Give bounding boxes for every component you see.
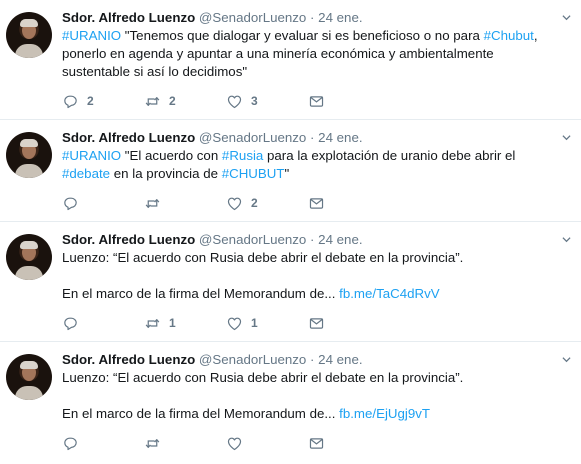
author-handle[interactable]: @SenadorLuenzo: [199, 10, 306, 25]
envelope-icon: [309, 197, 324, 209]
reply-button[interactable]: 2: [62, 93, 144, 110]
tweet-text-segment: para la explotación de uranio debe abrir…: [267, 148, 516, 163]
tweet-text-segment: ": [284, 166, 290, 181]
tweet-actions: 2: [62, 185, 569, 221]
tweet-header: Sdor. Alfredo Luenzo @SenadorLuenzo · 24…: [62, 232, 569, 248]
tweet-text: #URANIO "Tenemos que dialogar y evaluar …: [62, 27, 569, 81]
tweet[interactable]: Sdor. Alfredo Luenzo @SenadorLuenzo · 24…: [0, 120, 581, 222]
avatar[interactable]: [6, 132, 52, 178]
tweet-text: #URANIO "El acuerdo con #Rusia para la e…: [62, 147, 569, 183]
reply-icon: [64, 437, 77, 450]
reply-button[interactable]: [62, 435, 144, 452]
retweet-button[interactable]: [144, 195, 226, 212]
like-count: 2: [251, 196, 258, 210]
separator: ·: [310, 10, 315, 25]
retweet-button[interactable]: 1: [144, 315, 226, 332]
like-button[interactable]: [226, 435, 308, 452]
tweet[interactable]: Sdor. Alfredo Luenzo @SenadorLuenzo · 24…: [0, 342, 581, 461]
like-button[interactable]: 1: [226, 315, 308, 332]
envelope-icon: [309, 95, 324, 107]
tweet[interactable]: Sdor. Alfredo Luenzo @SenadorLuenzo · 24…: [0, 222, 581, 342]
tweet-link[interactable]: #URANIO: [62, 28, 121, 43]
like-button[interactable]: 2: [226, 195, 308, 212]
author-name[interactable]: Sdor. Alfredo Luenzo: [62, 10, 195, 25]
tweet-link[interactable]: fb.me/EjUgj9vT: [339, 406, 430, 421]
tweet-text-segment: "El acuerdo con: [121, 148, 222, 163]
reply-button[interactable]: [62, 315, 144, 332]
retweet-icon: [145, 438, 160, 448]
tweet-date[interactable]: 24 ene.: [318, 10, 362, 25]
reply-icon: [64, 317, 77, 330]
heart-icon: [227, 317, 242, 330]
tweet-link[interactable]: fb.me/TaC4dRvV: [339, 286, 440, 301]
avatar[interactable]: [6, 354, 52, 400]
reply-icon: [64, 95, 77, 108]
tweet-text: Luenzo: “El acuerdo con Rusia debe abrir…: [62, 249, 569, 303]
avatar[interactable]: [6, 234, 52, 280]
tweet-actions: 1 1: [62, 305, 569, 341]
heart-icon: [227, 197, 242, 210]
author-handle[interactable]: @SenadorLuenzo: [199, 232, 306, 247]
like-count: 3: [251, 94, 258, 108]
tweet-header: Sdor. Alfredo Luenzo @SenadorLuenzo · 24…: [62, 130, 569, 146]
author-handle[interactable]: @SenadorLuenzo: [199, 352, 306, 367]
tweet-header: Sdor. Alfredo Luenzo @SenadorLuenzo · 24…: [62, 10, 569, 26]
direct-message-button[interactable]: [308, 93, 390, 110]
tweet[interactable]: Sdor. Alfredo Luenzo @SenadorLuenzo · 24…: [0, 0, 581, 120]
heart-icon: [227, 95, 242, 108]
chevron-down-icon[interactable]: [562, 13, 571, 22]
direct-message-button[interactable]: [308, 435, 390, 452]
like-count: 1: [251, 316, 258, 330]
reply-button[interactable]: [62, 195, 144, 212]
retweet-icon: [145, 96, 160, 106]
separator: ·: [310, 130, 315, 145]
direct-message-button[interactable]: [308, 315, 390, 332]
author-name[interactable]: Sdor. Alfredo Luenzo: [62, 232, 195, 247]
tweet-link[interactable]: #debate: [62, 166, 110, 181]
tweet-text: Luenzo: “El acuerdo con Rusia debe abrir…: [62, 369, 569, 423]
retweet-button[interactable]: [144, 435, 226, 452]
author-name[interactable]: Sdor. Alfredo Luenzo: [62, 352, 195, 367]
retweet-button[interactable]: 2: [144, 93, 226, 110]
like-button[interactable]: 3: [226, 93, 308, 110]
tweet-link[interactable]: #CHUBUT: [222, 166, 285, 181]
heart-icon: [227, 437, 242, 450]
author-name[interactable]: Sdor. Alfredo Luenzo: [62, 130, 195, 145]
separator: ·: [310, 352, 315, 367]
retweet-icon: [145, 318, 160, 328]
author-handle[interactable]: @SenadorLuenzo: [199, 130, 306, 145]
reply-count: 2: [87, 94, 94, 108]
envelope-icon: [309, 437, 324, 449]
tweet-actions: [62, 425, 569, 461]
tweet-timeline: Sdor. Alfredo Luenzo @SenadorLuenzo · 24…: [0, 0, 581, 461]
tweet-date[interactable]: 24 ene.: [318, 130, 362, 145]
envelope-icon: [309, 317, 324, 329]
tweet-date[interactable]: 24 ene.: [318, 352, 362, 367]
tweet-header: Sdor. Alfredo Luenzo @SenadorLuenzo · 24…: [62, 352, 569, 368]
tweet-text-segment: "Tenemos que dialogar y evaluar si es be…: [121, 28, 484, 43]
reply-icon: [64, 197, 77, 210]
chevron-down-icon[interactable]: [562, 235, 571, 244]
tweet-actions: 2 2 3: [62, 83, 569, 119]
tweet-link[interactable]: #URANIO: [62, 148, 121, 163]
retweet-icon: [145, 198, 160, 208]
tweet-link[interactable]: #Rusia: [222, 148, 263, 163]
separator: ·: [310, 232, 315, 247]
chevron-down-icon[interactable]: [562, 133, 571, 142]
tweet-date[interactable]: 24 ene.: [318, 232, 362, 247]
tweet-link[interactable]: #Chubut: [484, 28, 534, 43]
tweet-text-segment: en la provincia de: [110, 166, 222, 181]
direct-message-button[interactable]: [308, 195, 390, 212]
avatar[interactable]: [6, 12, 52, 58]
retweet-count: 1: [169, 316, 176, 330]
chevron-down-icon[interactable]: [562, 355, 571, 364]
retweet-count: 2: [169, 94, 176, 108]
